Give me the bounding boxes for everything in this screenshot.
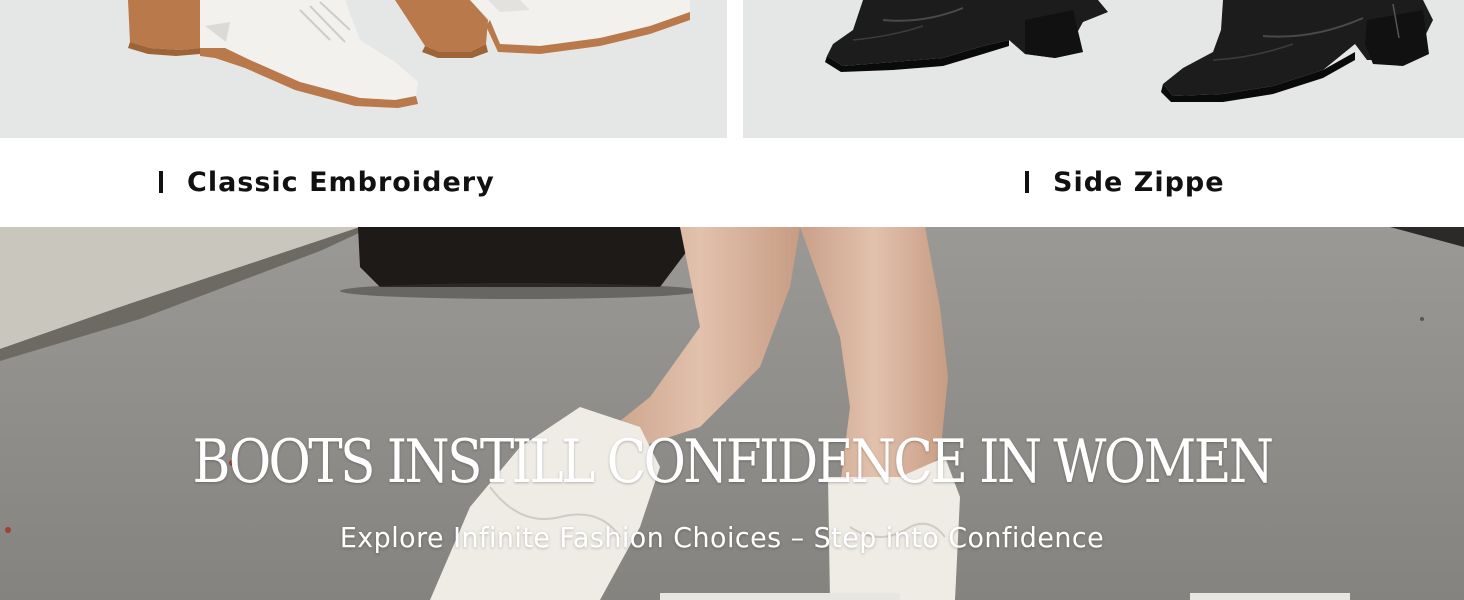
caption-label: Classic Embroidery [187,166,495,198]
black-boots-image [825,0,1433,102]
caption-label: Side Zippe [1053,166,1225,198]
caption-bar [1025,171,1029,193]
caption-bar [159,171,163,193]
white-boots-image [128,0,690,108]
product-image-side-zippe[interactable] [743,0,1464,138]
hero-subtitle: Explore Infinite Fashion Choices – Step … [339,521,1105,554]
hero-title: BOOTS INSTILL CONFIDENCE IN WOMEN [192,427,1274,497]
caption-side-zippe: Side Zippe [1025,164,1225,200]
hero-banner: BOOTS INSTILL CONFIDENCE IN WOMEN Explor… [0,227,1464,600]
product-image-classic-embroidery[interactable] [0,0,727,138]
caption-classic-embroidery: Classic Embroidery [159,164,495,200]
